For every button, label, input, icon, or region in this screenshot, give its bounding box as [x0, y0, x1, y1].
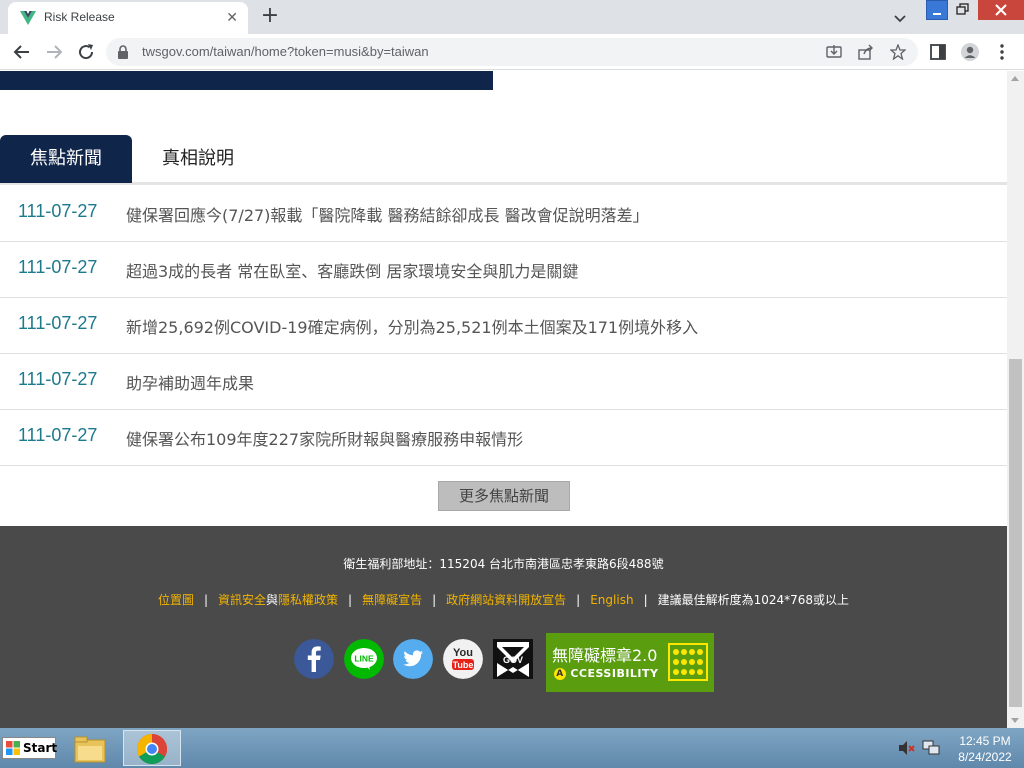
link-separator: | — [348, 593, 353, 607]
windows-taskbar: Start 12:45 PM 8/24/2022 — [0, 728, 1024, 768]
twitter-icon[interactable] — [393, 639, 433, 679]
profile-avatar-icon[interactable] — [960, 42, 980, 62]
news-item[interactable]: 111-07-27 助孕補助週年成果 — [0, 354, 1007, 410]
badge-title: 無障礙標章2.0 — [552, 646, 658, 665]
chevron-down-icon[interactable] — [890, 8, 910, 28]
facebook-icon[interactable] — [294, 639, 334, 679]
back-arrow-icon[interactable] — [12, 42, 32, 62]
accessibility-grid-icon — [668, 643, 708, 681]
scrollbar-thumb[interactable] — [1009, 359, 1022, 707]
line-icon[interactable]: LINE — [344, 639, 384, 679]
restore-icon — [956, 3, 969, 15]
share-icon[interactable] — [858, 44, 874, 60]
youtube-logo-text-bottom: Tube — [453, 660, 474, 670]
news-title-link[interactable]: 超過3成的長者 常在臥室、客廳跌倒 居家環境安全與肌力是關鍵 — [126, 258, 578, 282]
chrome-icon — [136, 734, 168, 765]
news-item[interactable]: 111-07-27 健保署回應今(7/27)報載「醫院降載 醫務結餘卻成長 醫改… — [0, 186, 1007, 242]
new-tab-button[interactable]: + — [258, 5, 282, 29]
link-separator: | — [432, 593, 437, 607]
news-tabs: 焦點新聞 真相說明 — [0, 135, 1007, 185]
footer-links: 位置圖 | 資訊安全與隱私權政策 | 無障礙宣告 | 政府網站資料開放宣告 | English |… — [0, 591, 1007, 608]
youtube-icon[interactable]: You Tube — [443, 639, 483, 679]
header-banner-strip — [0, 71, 493, 90]
footer-link-map[interactable]: 位置圖 — [158, 593, 194, 607]
news-title-link[interactable]: 健保署公布109年度227家院所財報與醫療服務申報情形 — [126, 426, 523, 450]
news-title-link[interactable]: 助孕補助週年成果 — [126, 370, 254, 394]
news-list: 111-07-27 健保署回應今(7/27)報載「醫院降載 醫務結餘卻成長 醫改… — [0, 186, 1007, 466]
tab-focus-news[interactable]: 焦點新聞 — [0, 135, 132, 183]
start-label: Start — [23, 741, 58, 755]
footer-link-accessibility[interactable]: 無障礙宣告 — [362, 593, 422, 607]
news-item[interactable]: 111-07-27 超過3成的長者 常在臥室、客廳跌倒 居家環境安全與肌力是關鍵 — [0, 242, 1007, 298]
clock-date: 8/24/2022 — [958, 750, 1012, 764]
close-icon — [995, 4, 1007, 16]
side-panel-icon[interactable] — [928, 42, 948, 62]
news-item[interactable]: 111-07-27 健保署公布109年度227家院所財報與醫療服務申報情形 — [0, 410, 1007, 466]
clock-time: 12:45 PM — [959, 734, 1011, 748]
star-icon[interactable] — [890, 44, 906, 60]
file-explorer-icon[interactable] — [72, 732, 108, 768]
minimize-button[interactable] — [926, 0, 948, 20]
youtube-logo-text-top: You — [453, 647, 473, 659]
volume-muted-icon[interactable] — [898, 740, 916, 756]
news-date: 111-07-27 — [18, 369, 98, 389]
network-icon[interactable] — [922, 739, 940, 757]
lock-icon — [118, 45, 128, 59]
footer-link-privacy[interactable]: 隱私權政策 — [278, 593, 338, 607]
tab-truth-explanation[interactable]: 真相說明 — [132, 135, 264, 183]
system-clock[interactable]: 12:45 PM 8/24/2022 — [950, 733, 1020, 765]
footer-conjunction: 與 — [266, 593, 279, 607]
line-logo-text: LINE — [354, 654, 374, 664]
badge-subtitle: A CCESSIBILITY — [554, 667, 659, 680]
browser-tab-strip: Risk Release ✕ + — [0, 0, 1024, 34]
link-separator: | — [576, 593, 581, 607]
page-scrollbar[interactable] — [1007, 71, 1024, 728]
news-title-link[interactable]: 新增25,692例COVID-19確定病例，分別為25,521例本土個案及171… — [126, 314, 698, 338]
footer-resolution-note: 建議最佳解析度為1024*768或以上 — [657, 593, 850, 607]
forward-arrow-icon[interactable] — [44, 42, 64, 62]
tab-close-icon[interactable]: ✕ — [226, 9, 238, 27]
footer-link-english[interactable]: English — [590, 593, 633, 607]
site-footer: 衛生福利部地址：115204 台北市南港區忠孝東路6段488號 位置圖 | 資訊安全… — [0, 526, 1007, 728]
browser-tab[interactable]: Risk Release ✕ — [8, 2, 248, 34]
reload-icon[interactable] — [76, 42, 96, 62]
gov-icon[interactable]: GOV — [493, 639, 533, 679]
vue-logo-icon — [20, 11, 36, 25]
scroll-down-arrow-icon[interactable] — [1011, 718, 1019, 723]
address-bar[interactable]: twsgov.com/taiwan/home?token=musi&by=tai… — [106, 38, 918, 66]
news-date: 111-07-27 — [18, 425, 98, 445]
news-date: 111-07-27 — [18, 313, 98, 333]
page-viewport: 焦點新聞 真相說明 111-07-27 健保署回應今(7/27)報載「醫院降載 … — [0, 71, 1007, 728]
gov-logo-text: GOV — [503, 655, 523, 665]
more-menu-icon[interactable] — [992, 42, 1012, 62]
badge-subtitle-text: CCESSIBILITY — [570, 667, 659, 680]
footer-link-security[interactable]: 資訊安全 — [218, 593, 266, 607]
taskbar-chrome-button[interactable] — [123, 730, 181, 766]
more-news-button[interactable]: 更多焦點新聞 — [438, 481, 570, 511]
link-separator: | — [643, 593, 648, 607]
install-app-icon[interactable] — [826, 44, 842, 60]
browser-toolbar: twsgov.com/taiwan/home?token=musi&by=tai… — [0, 34, 1024, 70]
footer-link-open-data[interactable]: 政府網站資料開放宣告 — [446, 593, 566, 607]
scroll-up-arrow-icon[interactable] — [1011, 76, 1019, 81]
start-button[interactable]: Start — [2, 737, 58, 759]
news-date: 111-07-27 — [18, 257, 98, 277]
maximize-button[interactable] — [952, 0, 974, 20]
url-text: twsgov.com/taiwan/home?token=musi&by=tai… — [142, 44, 429, 59]
news-date: 111-07-27 — [18, 201, 98, 221]
accessibility-badge[interactable]: 無障礙標章2.0 A CCESSIBILITY — [546, 633, 714, 692]
windows-logo-icon — [6, 741, 20, 755]
footer-address: 衛生福利部地址：115204 台北市南港區忠孝東路6段488號 — [343, 557, 664, 571]
close-window-button[interactable] — [978, 0, 1024, 20]
badge-letter: A — [554, 668, 566, 680]
link-separator: | — [203, 593, 208, 607]
news-item[interactable]: 111-07-27 新增25,692例COVID-19確定病例，分別為25,52… — [0, 298, 1007, 354]
tab-title: Risk Release — [44, 10, 115, 24]
news-title-link[interactable]: 健保署回應今(7/27)報載「醫院降載 醫務結餘卻成長 醫改會促說明落差」 — [126, 202, 649, 226]
